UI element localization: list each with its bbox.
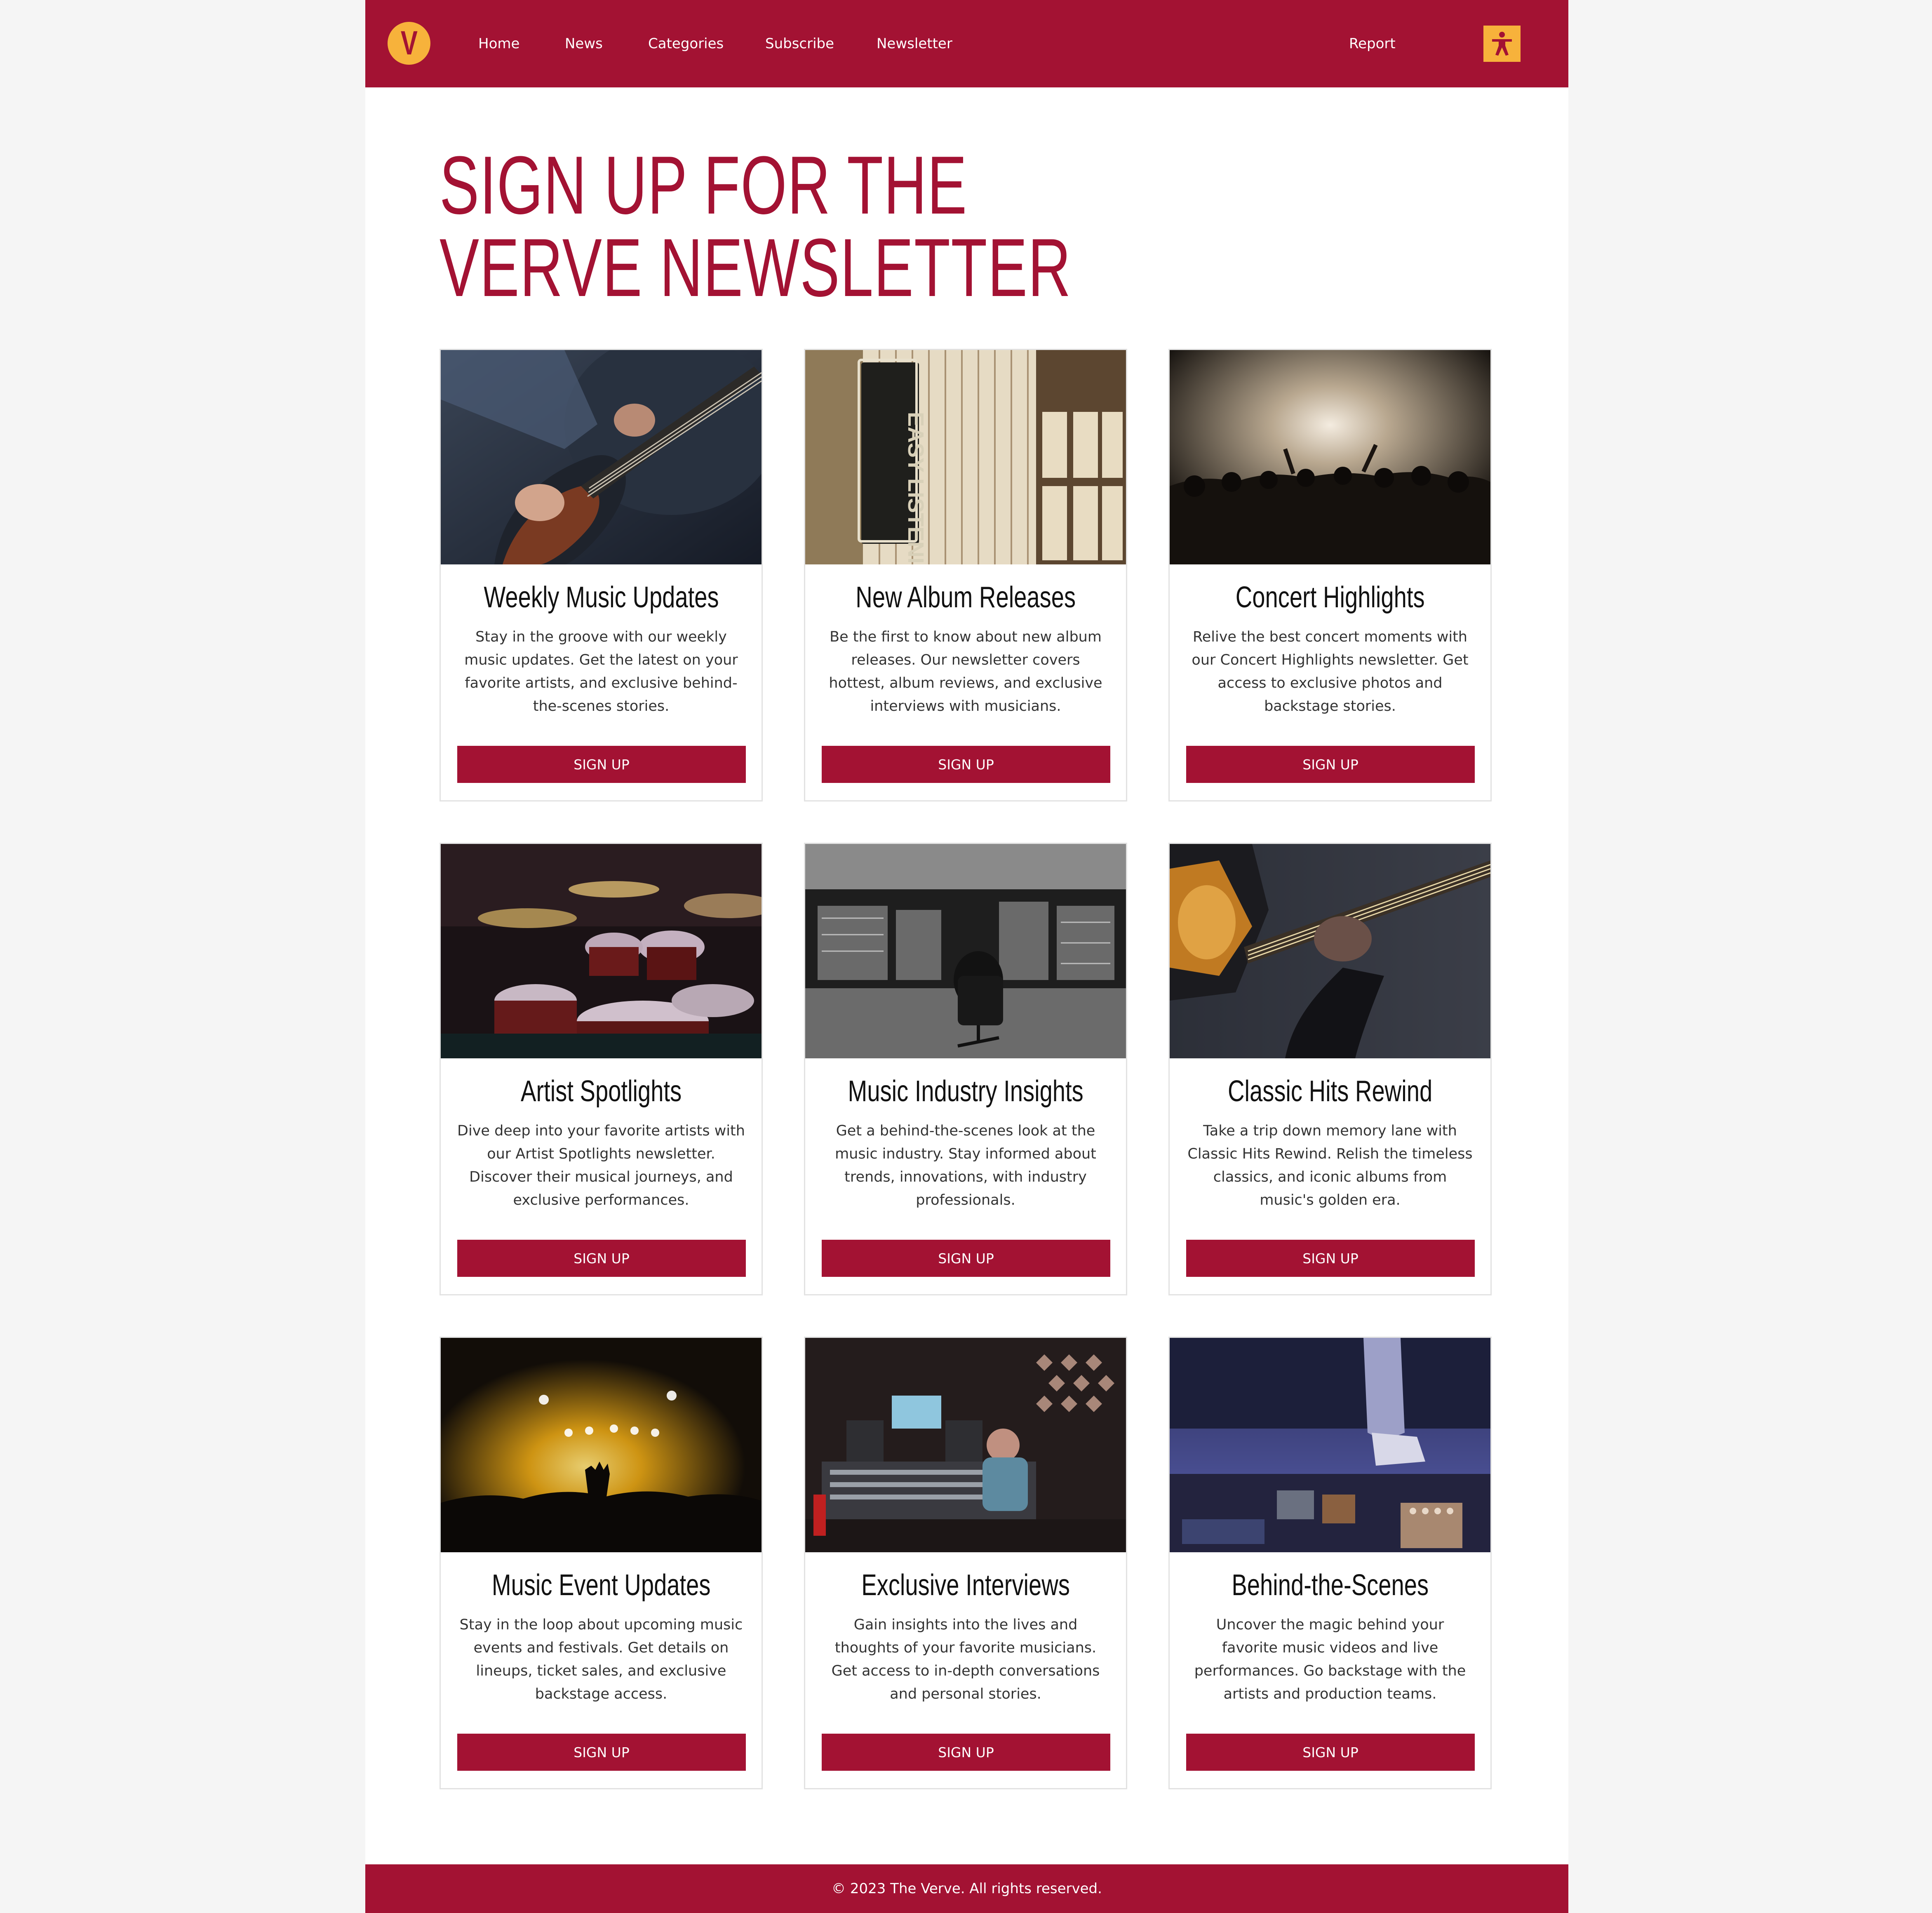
card-image-concert (1170, 350, 1490, 564)
card-title: Exclusive Interviews (861, 1569, 1070, 1602)
footer-copyright: © 2023 The Verve. All rights reserved. (832, 1880, 1102, 1897)
footer: © 2023 The Verve. All rights reserved. (365, 1864, 1568, 1913)
card-description: Gain insights into the lives and thought… (831, 1617, 1100, 1702)
card-title: Weekly Music Updates (483, 581, 719, 614)
sign-up-button[interactable]: SIGN UP (822, 746, 1110, 783)
logo[interactable]: V (388, 22, 430, 65)
newsletter-card: Exclusive Interviews Gain insights into … (804, 1337, 1127, 1789)
card-title: Behind-the-Scenes (1232, 1569, 1429, 1602)
card-description: Get a behind-the-scenes look at the musi… (835, 1123, 1096, 1208)
card-image-recording-studio (805, 1338, 1126, 1552)
card-description: Take a trip down memory lane with Classi… (1187, 1123, 1473, 1208)
sign-up-button[interactable]: SIGN UP (822, 1734, 1110, 1771)
card-description: Uncover the magic behind your favorite m… (1194, 1617, 1466, 1702)
card-description: Stay in the loop about upcoming music ev… (459, 1617, 743, 1702)
card-title: New Album Releases (856, 581, 1076, 614)
card-image-bass-guitar (1170, 844, 1490, 1058)
nav-item-news[interactable]: News (565, 32, 603, 55)
card-image-stage-pedals (1170, 1338, 1490, 1552)
nav-item-subscribe[interactable]: Subscribe (765, 32, 834, 55)
card-title: Concert Highlights (1235, 581, 1425, 614)
newsletter-card: Concert Highlights Relive the best conce… (1168, 349, 1492, 801)
sign-up-button[interactable]: SIGN UP (1186, 1734, 1475, 1771)
nav-item-report[interactable]: Report (1349, 32, 1396, 55)
page-title: SIGN UP FOR THE VERVE NEWSLETTER (440, 139, 1072, 314)
card-title: Music Event Updates (491, 1569, 711, 1602)
sign-up-button[interactable]: SIGN UP (1186, 1240, 1475, 1277)
newsletter-card: Artist Spotlights Dive deep into your fa… (440, 843, 763, 1295)
newsletter-card: Classic Hits Rewind Take a trip down mem… (1168, 843, 1492, 1295)
card-description: Stay in the groove with our weekly music… (464, 629, 738, 714)
sign-up-button[interactable]: SIGN UP (1186, 746, 1475, 783)
card-description: Be the first to know about new album rel… (829, 629, 1102, 714)
newsletter-card: Behind-the-Scenes Uncover the magic behi… (1168, 1337, 1492, 1789)
nav-item-newsletter[interactable]: Newsletter (877, 32, 952, 55)
easy-listening-sign-text: EASY LISTENING (903, 412, 928, 564)
logo-letter: V (400, 24, 418, 62)
sign-up-button[interactable]: SIGN UP (822, 1240, 1110, 1277)
sign-up-button[interactable]: SIGN UP (457, 1734, 746, 1771)
card-description: Dive deep into your favorite artists wit… (457, 1123, 745, 1208)
nav-item-categories[interactable]: Categories (648, 32, 724, 55)
newsletter-card: Music Industry Insights Get a behind-the… (804, 843, 1127, 1295)
accessibility-icon (1492, 32, 1512, 56)
card-title: Music Industry Insights (848, 1075, 1084, 1108)
card-image-guitarist (441, 350, 762, 564)
page: V Home News Categories Subscribe Newslet… (365, 0, 1568, 1913)
sign-up-button[interactable]: SIGN UP (457, 746, 746, 783)
card-title: Classic Hits Rewind (1227, 1075, 1433, 1108)
card-description: Relive the best concert moments with our… (1192, 629, 1469, 714)
nav-item-home[interactable]: Home (478, 32, 519, 55)
accessibility-button[interactable] (1483, 26, 1521, 62)
card-title: Artist Spotlights (520, 1075, 682, 1108)
card-image-studio-console (805, 844, 1126, 1058)
newsletter-card: EASY LISTENING New Album Releases Be the… (804, 349, 1127, 801)
sign-up-button[interactable]: SIGN UP (457, 1240, 746, 1277)
card-image-festival (441, 1338, 762, 1552)
navbar: V Home News Categories Subscribe Newslet… (365, 0, 1568, 87)
newsletter-card: Music Event Updates Stay in the loop abo… (440, 1337, 763, 1789)
card-image-drums (441, 844, 762, 1058)
newsletter-card: Weekly Music Updates Stay in the groove … (440, 349, 763, 801)
card-image-record-store: EASY LISTENING (805, 350, 1126, 564)
